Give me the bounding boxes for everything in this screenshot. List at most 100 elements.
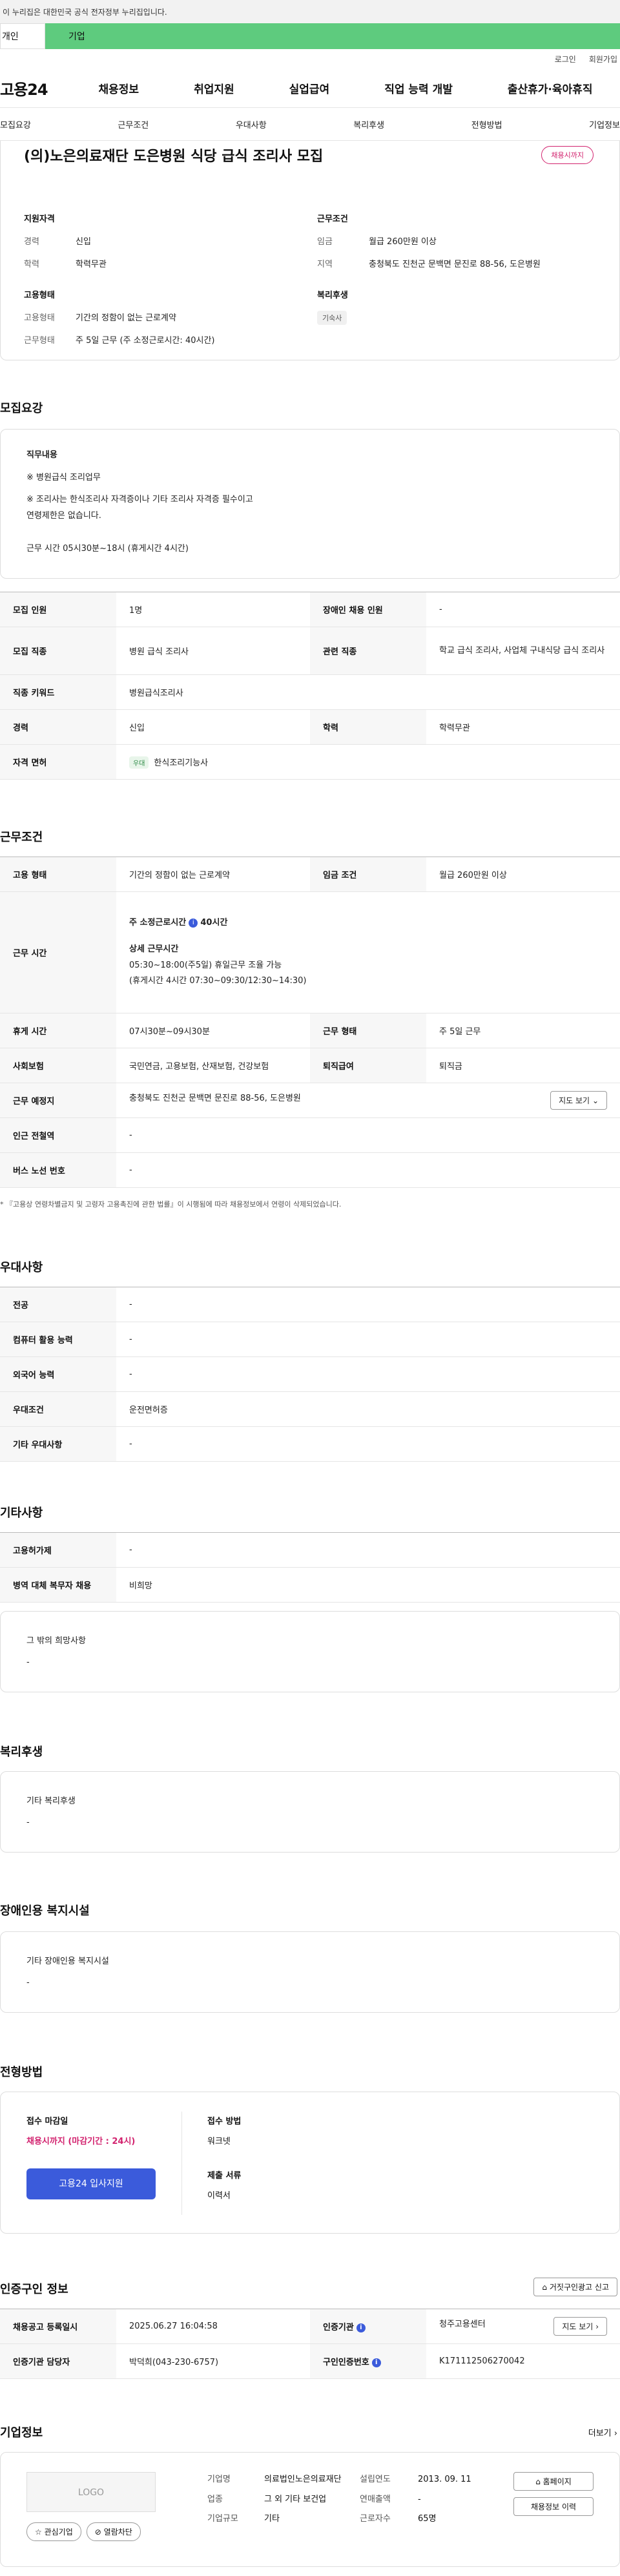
table-row: 모집 인원 1명 장애인 채용 인원 - bbox=[0, 592, 620, 627]
table-header-cell: 모집 직종 bbox=[0, 627, 116, 675]
table-header-cell: 휴게 시간 bbox=[0, 1013, 116, 1048]
summary-row: 학력 학력무관 bbox=[24, 257, 295, 269]
company-key: 근로자수 bbox=[360, 2514, 391, 2524]
table-cell: - bbox=[116, 1117, 620, 1153]
summary-row: 지역 충청북도 진천군 문백면 문진로 88-56, 도은병원 bbox=[317, 257, 614, 269]
member-tabs: 개인 기업 bbox=[0, 23, 620, 49]
job-history-button[interactable]: 채용정보 이력 bbox=[513, 2497, 594, 2516]
gov-banner-text: 이 누리집은 대한민국 공식 전자정부 누리집입니다. bbox=[3, 7, 167, 17]
table-header-cell: 고용 형태 bbox=[0, 857, 116, 892]
summary-row: 고용형태 기간의 정함이 없는 근로계약 bbox=[24, 311, 295, 323]
table-row: 고용허가제 - bbox=[0, 1532, 620, 1568]
chevron-right-icon: › bbox=[614, 2429, 617, 2438]
star-icon: ☆ bbox=[35, 2528, 42, 2537]
summary-value: 학력무관 bbox=[76, 260, 107, 269]
tab-corporate[interactable]: 기업 bbox=[45, 23, 620, 49]
more-link[interactable]: 더보기 › bbox=[588, 2426, 617, 2438]
recruit-heading: 모집요강 bbox=[0, 402, 43, 415]
summary-row: 근무형태 주 5일 근무 (주 소정근로시간: 40시간) bbox=[24, 333, 295, 346]
info-icon[interactable]: i bbox=[371, 2358, 381, 2367]
report-button-label: 거짓구인광고 신고 bbox=[549, 2283, 609, 2292]
table-row: 병역 대체 복무자 채용 비희망 bbox=[0, 1567, 620, 1603]
report-button[interactable]: ⌂ 거짓구인광고 신고 bbox=[533, 2278, 617, 2296]
etc-other-box: 그 밖의 희망사항 - bbox=[0, 1611, 620, 1692]
summary-value: 충청북도 진천군 문백면 문진로 88-56, 도은병원 bbox=[369, 260, 541, 269]
hours-detail-title: 상세 근무시간 bbox=[129, 944, 179, 954]
subnav-work[interactable]: 근무조건 bbox=[118, 118, 149, 130]
subnav-welfare[interactable]: 복리후생 bbox=[353, 118, 384, 130]
company-heading: 기업정보 bbox=[0, 2426, 43, 2440]
subnav-company[interactable]: 기업정보 bbox=[589, 118, 620, 130]
company-links: ⌂ 홈페이지 채용정보 이력 bbox=[513, 2472, 594, 2516]
subnav-selection[interactable]: 전형방법 bbox=[471, 118, 502, 130]
gnb-menu: 채용정보 취업지원 실업급여 직업 능력 개발 출산휴가·육아휴직 bbox=[71, 80, 620, 96]
homepage-label: 홈페이지 bbox=[542, 2477, 572, 2486]
agency-value: 청주고용센터 bbox=[439, 2320, 486, 2329]
summary-key: 임금 bbox=[317, 237, 333, 247]
summary-condition: 근무조건 임금 월급 260만원 이상 지역 충청북도 진천군 문백면 문진로 88… bbox=[317, 212, 614, 280]
join-link[interactable]: 회원가입 bbox=[589, 54, 617, 65]
license-tag: 우대 bbox=[129, 756, 149, 769]
table-cell: 우대 한식조리기능사 bbox=[116, 744, 620, 780]
disability-label: 기타 장애인용 복지시설 bbox=[26, 1957, 109, 1966]
company-actions: ☆ 관심기업 ⊘ 열람차단 bbox=[26, 2522, 141, 2541]
gnb-item-training[interactable]: 직업 능력 개발 bbox=[384, 80, 453, 96]
homepage-button[interactable]: ⌂ 홈페이지 bbox=[513, 2472, 594, 2491]
summary-welfare: 복리후생 기숙사 bbox=[317, 288, 588, 325]
table-row: 근무 시간 주 소정근로시간 i 40시간 상세 근무시간 05:30~18:00… bbox=[0, 891, 620, 1013]
employment-heading: 고용형태 bbox=[24, 291, 55, 300]
summary-qualification: 지원자격 경력 신입 학력 학력무관 bbox=[24, 212, 295, 280]
company-row: 업종 그 외 기타 보건업 bbox=[207, 2492, 355, 2508]
duty-box: 직무내용 ※ 병원급식 조리업무 ※ 조리사는 한식조리사 자격증이나 기타 조… bbox=[0, 429, 620, 579]
hours-detail-line: (휴게시간 4시간 07:30~09:30/12:30~14:30) bbox=[129, 976, 307, 986]
disability-heading: 장애인용 복지시설 bbox=[0, 1904, 90, 1918]
info-icon[interactable]: i bbox=[356, 2323, 366, 2332]
job-title: (의)노은의료재단 도은병원 식당 급식 조리사 모집 bbox=[24, 149, 324, 165]
subnav-recruit[interactable]: 모집요강 bbox=[0, 118, 31, 130]
welfare-chip: 기숙사 bbox=[317, 311, 347, 325]
table-header-cell: 외국어 능력 bbox=[0, 1356, 116, 1392]
gnb-item-jobs[interactable]: 채용정보 bbox=[99, 80, 140, 96]
table-row: 사회보험 국민연금, 고용보험, 산재보험, 건강보험 퇴직급여 퇴직금 bbox=[0, 1048, 620, 1083]
license-name: 한식조리기능사 bbox=[154, 758, 209, 768]
table-row: 휴게 시간 07시30분~09시30분 근무 형태 주 5일 근무 bbox=[0, 1013, 620, 1048]
table-cell: - bbox=[426, 592, 620, 627]
company-logo: LOGO bbox=[26, 2472, 156, 2512]
etc-other-label: 그 밖의 희망사항 bbox=[26, 1636, 86, 1646]
subnav-pref[interactable]: 우대사항 bbox=[236, 118, 267, 130]
gnb-item-leave[interactable]: 출산휴가·육아휴직 bbox=[508, 80, 593, 96]
table-header-cell: 근무 시간 bbox=[0, 891, 116, 1013]
block-button[interactable]: ⊘ 열람차단 bbox=[86, 2522, 141, 2541]
info-icon[interactable]: i bbox=[189, 918, 198, 928]
table-cell: 월급 260만원 이상 bbox=[426, 857, 620, 892]
docs-label: 제출 서류 bbox=[207, 2171, 242, 2181]
company-row: 기업명 의료법인노은의료재단 bbox=[207, 2472, 355, 2488]
table-header-cell: 우대조건 bbox=[0, 1391, 116, 1427]
qualification-heading: 지원자격 bbox=[24, 214, 55, 224]
agency-label: 인증기관 bbox=[323, 2323, 354, 2332]
apply-button[interactable]: 고용24 입사지원 bbox=[26, 2168, 156, 2199]
agency-map-label: 지도 보기 bbox=[562, 2322, 594, 2331]
table-header-cell: 구인인증번호 i bbox=[310, 2343, 426, 2379]
table-cell: 청주고용센터 지도 보기 › bbox=[426, 2309, 620, 2344]
table-row: 버스 노선 번호 - bbox=[0, 1152, 620, 1188]
favorite-button[interactable]: ☆ 관심기업 bbox=[26, 2522, 81, 2541]
map-button[interactable]: 지도 보기 ⌄ bbox=[550, 1091, 607, 1110]
table-cell: 기간의 정함이 없는 근로계약 bbox=[116, 857, 310, 892]
favorite-label: 관심기업 bbox=[44, 2528, 73, 2537]
agency-map-button[interactable]: 지도 보기 › bbox=[553, 2317, 607, 2336]
home-icon: ⌂ bbox=[535, 2477, 541, 2486]
gnb-item-unemployment[interactable]: 실업급여 bbox=[289, 80, 330, 96]
welfare-heading: 복리후생 bbox=[317, 291, 348, 300]
summary-value: 신입 bbox=[76, 237, 91, 247]
company-key: 기업명 bbox=[207, 2475, 231, 2484]
table-cell: 비희망 bbox=[116, 1567, 620, 1603]
tab-individual[interactable]: 개인 bbox=[0, 23, 45, 49]
table-cell: - bbox=[116, 1426, 620, 1462]
age-note: * 『고용상 연령차별금지 및 고령자 고용촉진에 관한 법률』이 시행됨에 따… bbox=[0, 1200, 342, 1209]
site-logo[interactable]: 고용24 bbox=[0, 77, 71, 99]
table-header-cell: 경력 bbox=[0, 709, 116, 745]
login-link[interactable]: 로그인 bbox=[555, 54, 576, 65]
company-key: 업종 bbox=[207, 2494, 223, 2504]
gnb-item-employment-support[interactable]: 취업지원 bbox=[194, 80, 234, 96]
